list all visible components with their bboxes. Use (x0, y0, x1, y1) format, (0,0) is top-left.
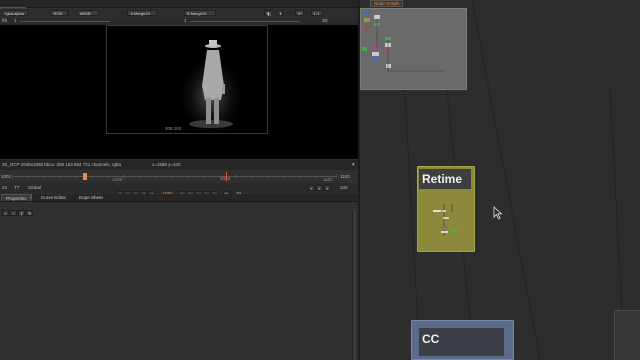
viewer-toolbar-bottom: f/8 1 1 2D (0, 18, 358, 25)
view-mode[interactable]: 2D (322, 18, 328, 24)
fps-value[interactable]: 24 (2, 185, 7, 191)
retime-nodes (433, 204, 457, 236)
panel-tab-strip: Properties × Curve Editor Dope Sheet (0, 194, 358, 202)
mouse-cursor-icon (493, 206, 503, 220)
viewer-tab-strip: Viewer1 (0, 0, 358, 14)
timeline-start: 1001 (1, 174, 12, 179)
pause-icon[interactable]: ‖ (276, 10, 283, 16)
timeline[interactable]: 1001 1024 1008 1100 1100 (0, 171, 358, 182)
node-graph-minimap[interactable] (360, 8, 467, 90)
minimap-nodes (362, 12, 448, 72)
lock-range-icon[interactable]: ▪ (316, 185, 323, 191)
roi-label[interactable]: IP (295, 10, 305, 16)
lock-icon[interactable]: ⚷ (18, 209, 25, 216)
fstop-label: f/8 (2, 18, 8, 23)
gain-value[interactable]: 1 (14, 18, 17, 24)
input-a-dropdown[interactable]: A Merge19 (127, 10, 158, 16)
toggle-icon[interactable]: ◧ (264, 10, 271, 16)
viewer-canvas[interactable]: 308,163 (0, 25, 358, 159)
cc-backdrop-label: CC (419, 328, 504, 356)
properties-toolbar: ▪ ▫ ⚷ ✎ (2, 204, 34, 222)
proxy-icon[interactable]: ▪ (324, 185, 331, 191)
format-info: 2K_DCP 2048x1080 bbox: 308 163 694 721 c… (2, 162, 122, 167)
properties-panel: ▪ ▫ ⚷ ✎ (0, 203, 358, 360)
tab-properties[interactable]: Properties (1, 194, 32, 201)
in-point-marker[interactable] (83, 173, 87, 180)
scale-dropdown[interactable]: 1:1 (310, 10, 323, 16)
properties-scrollbar[interactable] (352, 210, 356, 360)
tab-curve-editor[interactable]: Curve Editor (37, 194, 70, 201)
cursor-coords: x=1586 y=343 (152, 162, 181, 167)
channels-dropdown[interactable]: rgba.alpha (2, 10, 28, 16)
format-frame: 308,163 (106, 25, 268, 140)
transport-bar: 24 TT Global ⏮◂◃◀◁ 1050 ▷▶▹▸⏭ ↻ 10 ▪ ▪ ▪… (0, 183, 358, 197)
pencil-icon[interactable]: ✎ (26, 209, 33, 216)
timeline-ticks (12, 174, 337, 179)
range-mode[interactable]: Global (28, 185, 41, 191)
close-icon[interactable]: × (29, 195, 32, 201)
colorspace-dropdown[interactable]: sRGB (76, 10, 99, 16)
expand-arrow-icon[interactable]: ▾ (352, 162, 355, 168)
cowboy-silhouette-image (177, 40, 245, 140)
retime-backdrop-label: Retime (419, 169, 471, 189)
offscreen-node[interactable] (614, 310, 640, 360)
close-icon[interactable]: × (397, 1, 400, 7)
gamma-slider[interactable] (190, 21, 300, 22)
clear-panels-icon[interactable]: ▫ (10, 209, 17, 216)
gamma-value[interactable]: 1 (184, 18, 187, 24)
viewer-pane: Viewer1 rgba.alpha RGB sRGB A Merge19 B … (0, 0, 358, 360)
max-panels-icon[interactable]: ▪ (2, 209, 9, 216)
cache-icon[interactable]: ▪ (308, 185, 315, 191)
tt-icon[interactable]: TT (14, 185, 20, 191)
gain-slider[interactable] (20, 21, 110, 22)
playhead-label: 1024 (220, 176, 231, 181)
timeline-end: 1100 (340, 174, 350, 179)
input-b-dropdown[interactable]: B Merge19 (183, 10, 216, 16)
bbox-label: 308,163 (165, 126, 182, 131)
viewer-info-bar: 2K_DCP 2048x1080 bbox: 308 163 694 721 c… (0, 160, 358, 170)
tab-dope-sheet[interactable]: Dope Sheet (75, 194, 107, 201)
layer-dropdown[interactable]: RGB (50, 10, 69, 16)
viewer-toolbar-top: rgba.alpha RGB sRGB A Merge19 B Merge19 … (0, 9, 358, 17)
end-field[interactable]: 100 (340, 185, 348, 191)
